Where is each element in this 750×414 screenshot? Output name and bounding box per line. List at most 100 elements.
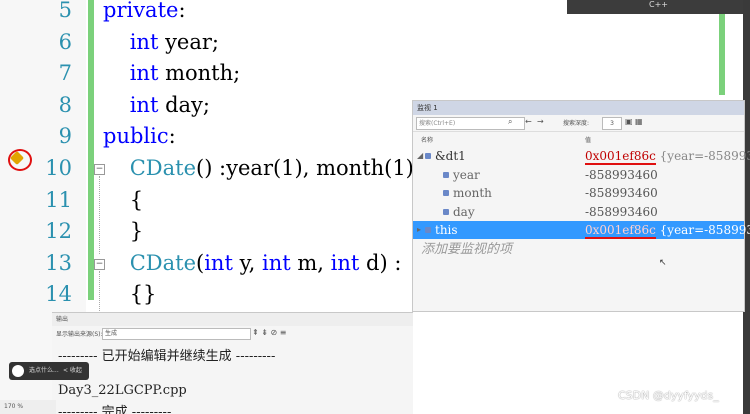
pointer-address: 0x001ef86c bbox=[585, 223, 656, 239]
watch-window: 监视 1 搜索(Ctrl+E) ⌕ ← → 搜索深度: 3 ▣ ▦ 名称 值 ◢… bbox=[412, 100, 750, 312]
output-panel: 输出 显示输出来源(S): 生成 ⇞ ⇟ ⊘ ≡ --------- 已开始编辑… bbox=[52, 312, 413, 414]
add-watch-item[interactable]: 添加要监视的项 bbox=[421, 238, 512, 257]
output-line: --------- 完成 --------- bbox=[58, 405, 172, 414]
line-number: 8 bbox=[58, 92, 72, 117]
code-token: year; bbox=[158, 29, 219, 54]
watch-value: -858993460 bbox=[585, 203, 658, 221]
fold-guide bbox=[99, 176, 100, 254]
keyword-token: int bbox=[330, 250, 360, 275]
watch-value: 0x001ef86c {year=-858993460 bbox=[585, 221, 750, 239]
watch-row[interactable]: ▸ this 0x001ef86c {year=-858993460 bbox=[413, 221, 750, 239]
watch-row[interactable]: day -858993460 bbox=[413, 203, 744, 221]
column-name-header[interactable]: 名称 bbox=[421, 135, 433, 144]
output-toolbar-icons[interactable]: ⇞ ⇟ ⊘ ≡ bbox=[252, 328, 286, 337]
value-text: {year=-858993460 bbox=[659, 223, 750, 237]
fold-toggle-line-13[interactable]: − bbox=[94, 259, 105, 270]
forward-arrow-icon[interactable]: → bbox=[537, 117, 544, 126]
class-token: CDate bbox=[129, 156, 196, 180]
change-indicator-right bbox=[719, 0, 725, 95]
collapse-icon[interactable]: ◢ bbox=[417, 147, 423, 165]
watch-value: 0x001ef86c {year=-858993460 bbox=[585, 147, 750, 165]
keyword-token: int bbox=[129, 29, 159, 54]
expand-icon[interactable]: ▸ bbox=[417, 221, 421, 239]
line-number: 7 bbox=[58, 61, 72, 86]
mouse-cursor-icon: ↖ bbox=[659, 258, 667, 268]
code-token: y, bbox=[232, 250, 262, 275]
code-line[interactable]: { bbox=[103, 188, 143, 212]
output-source-select[interactable]: 生成 bbox=[102, 328, 251, 340]
watch-name: &dt1 bbox=[435, 149, 466, 163]
fold-toggle-line-10[interactable]: − bbox=[94, 164, 105, 175]
watch-column-header: 名称 值 bbox=[413, 132, 744, 146]
keyword-token: int bbox=[262, 250, 291, 275]
toolbar-button-icon[interactable]: ▣ bbox=[625, 117, 633, 126]
code-token: } bbox=[103, 219, 144, 244]
watermark: CSDN @dyyfyyds_ bbox=[618, 389, 719, 402]
watch-name: month bbox=[453, 186, 492, 200]
keyword-token: int bbox=[129, 61, 159, 86]
code-line[interactable]: CDate(int y, int m, int d) : bbox=[103, 250, 402, 275]
watch-name: day bbox=[453, 204, 475, 219]
output-title: 输出 bbox=[52, 313, 413, 326]
tooltip-strip: C++ bbox=[567, 0, 750, 14]
value-text: -858993460 bbox=[585, 186, 658, 200]
output-line: Day3_22LGCPP.cpp bbox=[58, 383, 187, 398]
top-strip-label: C++ bbox=[649, 0, 668, 9]
code-token: {} bbox=[103, 282, 157, 307]
code-line[interactable]: public: bbox=[103, 124, 176, 148]
code-line[interactable]: private: bbox=[103, 0, 186, 22]
change-indicator bbox=[88, 0, 94, 300]
line-number: 5 bbox=[58, 0, 72, 22]
collapse-button[interactable]: < 收起 bbox=[63, 362, 82, 380]
code-token: d) : bbox=[359, 250, 402, 275]
value-text: -858993460 bbox=[585, 167, 658, 182]
code-line[interactable]: int year; bbox=[103, 30, 219, 54]
watch-row[interactable]: year -858993460 bbox=[413, 166, 744, 184]
line-number: 14 bbox=[45, 282, 72, 307]
watch-row[interactable]: ◢ &dt1 0x001ef86c {year=-858993460 bbox=[413, 147, 750, 165]
line-number: 12 bbox=[45, 219, 72, 244]
variable-icon bbox=[443, 171, 449, 178]
variable-icon bbox=[425, 153, 431, 159]
output-toolbar: 显示输出来源(S): 生成 ⇞ ⇟ ⊘ ≡ bbox=[52, 326, 413, 340]
value-text: {year=-858993460 bbox=[659, 149, 750, 163]
code-token: ( bbox=[196, 250, 205, 275]
line-number: 10 bbox=[45, 156, 72, 180]
keyword-token: public bbox=[103, 124, 169, 149]
watch-rows: ◢ &dt1 0x001ef86c {year=-858993460 year -858… bbox=[413, 147, 750, 277]
code-line[interactable]: int day; bbox=[103, 93, 210, 117]
code-token: month; bbox=[158, 61, 241, 86]
toolbar-grid-icon[interactable]: ▦ bbox=[635, 117, 643, 126]
watch-row[interactable]: month -858993460 bbox=[413, 184, 744, 202]
code-token: : bbox=[168, 124, 176, 149]
search-depth-select[interactable]: 3 bbox=[602, 117, 622, 130]
watch-value: -858993460 bbox=[585, 184, 658, 202]
recorder-overlay[interactable]: 选点什么... < 收起 bbox=[9, 362, 89, 380]
watch-name: year bbox=[453, 167, 480, 182]
back-arrow-icon[interactable]: ← bbox=[525, 117, 532, 126]
zoom-status[interactable]: 170 % bbox=[0, 400, 56, 414]
code-line[interactable]: CDate() :year(1), month(1), bbox=[103, 156, 421, 180]
code-line[interactable]: } bbox=[103, 219, 143, 243]
output-source-label: 显示输出来源(S): bbox=[56, 331, 103, 338]
keyword-token: int bbox=[129, 92, 159, 117]
column-value-header[interactable]: 值 bbox=[585, 135, 591, 144]
search-icon[interactable]: ⌕ bbox=[508, 117, 512, 127]
variable-icon bbox=[443, 208, 449, 215]
class-token: CDate bbox=[129, 250, 196, 275]
line-number: 11 bbox=[45, 187, 72, 212]
code-line[interactable]: {} bbox=[103, 282, 157, 307]
code-line[interactable]: int month; bbox=[103, 61, 240, 85]
line-number: 9 bbox=[58, 124, 72, 149]
code-token: m, bbox=[290, 250, 331, 275]
watch-name: this bbox=[435, 223, 458, 237]
watch-value: -858993460 bbox=[585, 166, 658, 184]
keyword-token: private bbox=[103, 0, 179, 22]
overlay-label: 选点什么... bbox=[29, 367, 59, 374]
line-number: 13 bbox=[45, 250, 72, 275]
output-line: --------- 已开始编辑并继续生成 --------- bbox=[58, 349, 276, 364]
